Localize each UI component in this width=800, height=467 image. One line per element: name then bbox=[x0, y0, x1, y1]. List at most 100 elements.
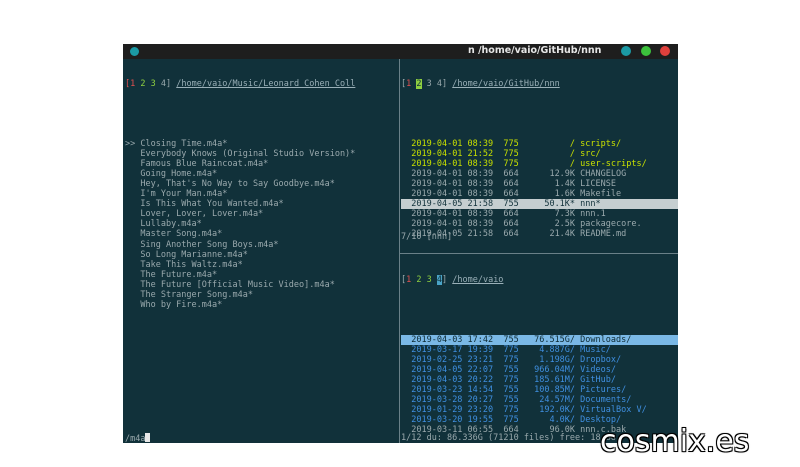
minimize-button[interactable] bbox=[621, 46, 631, 56]
file-name: Documents/ bbox=[580, 395, 632, 406]
pane-divider-vertical[interactable] bbox=[399, 59, 400, 443]
table-row[interactable]: 2019-04-01 08:39 664 1.6K Makefile bbox=[401, 189, 678, 199]
current-path[interactable]: /home/vaio bbox=[452, 275, 503, 285]
file-size: 21.4K bbox=[534, 229, 576, 240]
cursor-marker bbox=[125, 149, 140, 159]
list-item[interactable]: Lullaby.m4a* bbox=[125, 219, 397, 229]
tab-1[interactable]: 1 bbox=[406, 275, 411, 285]
filter-prompt[interactable]: /m4a bbox=[125, 433, 151, 443]
terminal-window: n /home/vaio/GitHub/nnn [1 2 3 4] /home/… bbox=[123, 44, 678, 443]
tab-2[interactable]: 2 bbox=[416, 79, 422, 90]
cursor-marker bbox=[125, 270, 140, 280]
close-button[interactable] bbox=[660, 46, 670, 56]
file-date: 2019-04-01 08:39 bbox=[411, 219, 499, 230]
tab-2[interactable]: 2 bbox=[140, 79, 145, 89]
table-row[interactable]: 2019-03-23 14:54 755 100.85M/ Pictures/ bbox=[401, 385, 678, 395]
list-item[interactable]: >> Closing Time.m4a* bbox=[125, 139, 397, 149]
file-permissions: 775 bbox=[503, 158, 529, 169]
file-size: 1.6K bbox=[534, 189, 576, 200]
list-item[interactable]: Master Song.m4a* bbox=[125, 229, 397, 239]
list-item[interactable]: The Future [Official Music Video].m4a* bbox=[125, 280, 397, 290]
file-size: 100.85M/ bbox=[534, 385, 576, 396]
file-name: nnn.1 bbox=[580, 209, 606, 220]
table-row[interactable]: 2019-04-01 08:39 664 1.4K LICENSE bbox=[401, 179, 678, 189]
pane-status: 1/12 du: 86.336G (71210 files) free: 18.… bbox=[401, 433, 616, 443]
list-item[interactable]: Who by Fire.m4a* bbox=[125, 300, 397, 310]
file-date: 2019-03-20 19:55 bbox=[411, 415, 499, 426]
table-row[interactable]: 2019-04-01 08:39 664 2.5K packagecore. bbox=[401, 219, 678, 229]
list-item[interactable]: Famous Blue Raincoat.m4a* bbox=[125, 159, 397, 169]
list-item[interactable]: The Stranger Song.m4a* bbox=[125, 290, 397, 300]
list-item[interactable]: Is This What You Wanted.m4a* bbox=[125, 199, 397, 209]
table-row[interactable]: 2019-02-25 23:21 775 1.198G/ Dropbox/ bbox=[401, 355, 678, 365]
file-date: 2019-04-03 17:42 bbox=[411, 334, 499, 345]
file-date: 2019-03-28 20:27 bbox=[411, 395, 499, 406]
file-size: 1.198G/ bbox=[534, 354, 576, 365]
current-path[interactable]: /home/vaio/Music/Leonard Cohen Coll bbox=[176, 79, 355, 89]
table-row[interactable]: 2019-04-03 20:22 775 185.61M/ GitHub/ bbox=[401, 375, 678, 385]
file-size: 4.887G/ bbox=[534, 344, 576, 355]
file-name: Take This Waltz.m4a* bbox=[140, 259, 243, 270]
table-row[interactable]: 2019-04-01 08:39 775 / user-scripts/ bbox=[401, 159, 678, 169]
list-item[interactable]: Take This Waltz.m4a* bbox=[125, 260, 397, 270]
tab-3[interactable]: 3 bbox=[151, 79, 156, 89]
cursor-marker bbox=[125, 199, 140, 209]
bottom-right-pane: [1 2 3 4] /home/vaio 2019-04-03 17:42 75… bbox=[401, 255, 678, 433]
file-date: 2019-04-01 08:39 bbox=[411, 178, 499, 189]
table-row[interactable]: 2019-04-01 08:39 664 7.3K nnn.1 bbox=[401, 209, 678, 219]
maximize-button[interactable] bbox=[641, 46, 651, 56]
table-row[interactable]: 2019-04-01 08:39 664 12.9K CHANGELOG bbox=[401, 169, 678, 179]
file-list: 2019-04-01 08:39 775 / scripts/ 2019-04-… bbox=[401, 139, 678, 240]
list-item[interactable]: Everybody Knows (Original Studio Version… bbox=[125, 149, 397, 159]
file-name: Sing Another Song Boys.m4a* bbox=[140, 239, 279, 250]
file-date: 2019-04-01 08:39 bbox=[411, 158, 499, 169]
list-item[interactable]: The Future.m4a* bbox=[125, 270, 397, 280]
file-permissions: 775 bbox=[503, 405, 529, 416]
file-size: 185.61M/ bbox=[534, 374, 576, 385]
table-row[interactable]: 2019-03-28 20:27 755 24.57M/ Documents/ bbox=[401, 395, 678, 405]
list-item[interactable]: Sing Another Song Boys.m4a* bbox=[125, 240, 397, 250]
table-row[interactable]: 2019-03-17 19:39 775 4.887G/ Music/ bbox=[401, 345, 678, 355]
file-name: Everybody Knows (Original Studio Version… bbox=[140, 148, 356, 159]
file-date: 2019-03-17 19:39 bbox=[411, 344, 499, 355]
file-name: Downloads/ bbox=[580, 334, 632, 345]
file-date: 2019-04-05 22:07 bbox=[411, 364, 499, 375]
file-size: / bbox=[534, 158, 576, 169]
list-item[interactable]: I'm Your Man.m4a* bbox=[125, 189, 397, 199]
bottom-right-tab-bar: [1 2 3 4] /home/vaio bbox=[401, 275, 504, 286]
list-item[interactable]: So Long Marianne.m4a* bbox=[125, 250, 397, 260]
tab-1[interactable]: 1 bbox=[406, 79, 411, 89]
cursor-marker bbox=[125, 219, 140, 229]
tab-3[interactable]: 3 bbox=[427, 275, 432, 285]
file-name: Lullaby.m4a* bbox=[140, 219, 202, 230]
file-list: >> Closing Time.m4a* Everybody Knows (Or… bbox=[125, 139, 397, 311]
text-cursor bbox=[145, 433, 151, 442]
file-list: 2019-04-03 17:42 755 76.515G/ Downloads/… bbox=[401, 334, 678, 433]
current-path[interactable]: /home/vaio/GitHub/nnn bbox=[452, 79, 559, 89]
table-row[interactable]: 2019-04-05 21:58 755 50.1K* nnn* bbox=[401, 199, 678, 210]
list-item[interactable]: Lover, Lover, Lover.m4a* bbox=[125, 209, 397, 219]
file-name: Makefile bbox=[580, 189, 622, 200]
table-row[interactable]: 2019-04-01 08:39 775 / scripts/ bbox=[401, 139, 678, 149]
file-name: LICENSE bbox=[580, 178, 616, 189]
file-name: CHANGELOG bbox=[580, 168, 627, 179]
file-permissions: 664 bbox=[503, 168, 529, 179]
table-row[interactable]: 2019-04-05 22:07 755 966.04M/ Videos/ bbox=[401, 365, 678, 375]
file-permissions: 664 bbox=[503, 229, 529, 240]
file-name: The Future.m4a* bbox=[140, 269, 218, 280]
file-date: 2019-04-01 08:39 bbox=[411, 209, 499, 220]
file-permissions: 775 bbox=[503, 374, 529, 385]
tab-3[interactable]: 3 bbox=[427, 79, 432, 89]
tab-1[interactable]: 1 bbox=[130, 79, 135, 89]
table-row[interactable]: 2019-01-29 23:20 775 192.0K/ VirtualBox … bbox=[401, 405, 678, 415]
tab-2[interactable]: 2 bbox=[416, 275, 421, 285]
pane-status: 7/10 [nnn] bbox=[401, 232, 453, 242]
file-permissions: 664 bbox=[503, 189, 529, 200]
file-name: I'm Your Man.m4a* bbox=[140, 189, 228, 200]
table-row[interactable]: 2019-04-03 17:42 755 76.515G/ Downloads/ bbox=[401, 334, 678, 345]
list-item[interactable]: Going Home.m4a* bbox=[125, 169, 397, 179]
pane-divider-horizontal[interactable] bbox=[400, 253, 678, 254]
list-item[interactable]: Hey, That's No Way to Say Goodbye.m4a* bbox=[125, 179, 397, 189]
table-row[interactable]: 2019-04-01 21:52 775 / src/ bbox=[401, 149, 678, 159]
terminal-app-icon[interactable] bbox=[130, 47, 139, 56]
